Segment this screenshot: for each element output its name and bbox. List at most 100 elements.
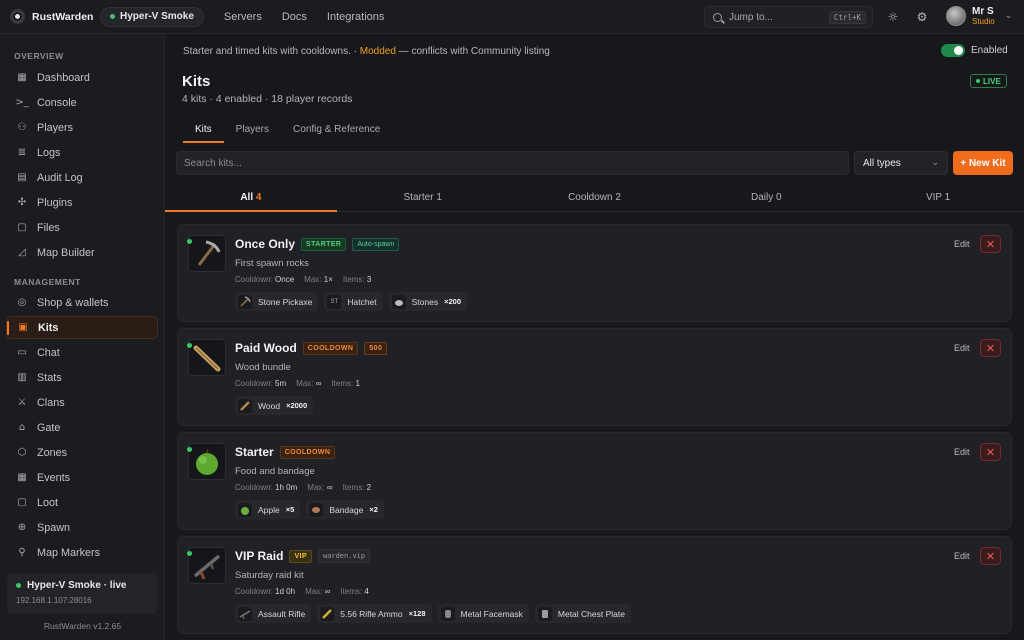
kit-description: Saturday raid kit xyxy=(235,570,304,581)
sidebar-item-console[interactable]: >_ Console xyxy=(6,91,158,114)
kit-badge: warden.vip xyxy=(317,549,371,563)
server-status-box[interactable]: Hyper-V Smoke · live 192.168.1.107:28016 xyxy=(7,573,158,614)
sidebar-item-dashboard[interactable]: ▦ Dashboard xyxy=(6,66,158,89)
sidebar-item-kits[interactable]: ▣ Kits xyxy=(6,316,158,339)
sidebar-item-gate[interactable]: ⌂ Gate xyxy=(6,416,158,439)
search-icon xyxy=(713,12,722,22)
filter-count: 1 xyxy=(944,192,951,203)
rifle-icon xyxy=(238,606,252,621)
kit-max: ∞ xyxy=(326,483,333,492)
avatar xyxy=(946,6,966,26)
kit-search-placeholder: Search kits... xyxy=(184,157,242,169)
kit-item: Apple ×5 xyxy=(235,500,301,519)
kit-item-name: Assault Rifle xyxy=(258,608,306,619)
sidebar-item-label: Audit Log xyxy=(37,171,83,184)
kit-card: Once Only STARTER Auto-spawn First spawn ro… xyxy=(177,224,1012,322)
toggle-switch[interactable] xyxy=(941,44,965,57)
kit-card: VIP Raid VIP warden.vip Saturday raid kit Co… xyxy=(177,536,1012,634)
sidebar-item-players[interactable]: ⚇ Players xyxy=(6,116,158,139)
kit-name: VIP Raid xyxy=(235,549,284,563)
sidebar-item-audit-log[interactable]: ▤ Audit Log xyxy=(6,166,158,189)
delete-button[interactable]: ✕ xyxy=(980,339,1001,357)
sidebar-item-chat[interactable]: ▭ Chat xyxy=(6,341,158,364)
tab-kits[interactable]: Kits xyxy=(183,118,224,143)
delete-button[interactable]: ✕ xyxy=(980,443,1001,461)
edit-button[interactable]: Edit xyxy=(954,447,970,457)
meta-items-label: Items: xyxy=(342,483,365,492)
top-nav: Servers Docs Integrations xyxy=(224,11,384,23)
new-kit-button[interactable]: + New Kit xyxy=(953,151,1013,175)
kit-item-qty: ×5 xyxy=(285,505,295,514)
kit-search-input[interactable]: Search kits... xyxy=(176,151,849,175)
nav-integrations[interactable]: Integrations xyxy=(327,11,384,23)
sidebar-item-map-builder[interactable]: ◿ Map Builder xyxy=(6,241,158,264)
kit-item: Wood ×2000 xyxy=(235,396,314,415)
edit-button[interactable]: Edit xyxy=(954,343,970,353)
live-dot-icon xyxy=(976,79,980,83)
filter-tab-cooldown[interactable]: Cooldown 2 xyxy=(509,186,681,211)
filter-tab-starter[interactable]: Starter 1 xyxy=(337,186,509,211)
kit-badge: VIP xyxy=(289,549,312,563)
zone-icon: ⬡ xyxy=(17,447,27,458)
tab-players[interactable]: Players xyxy=(224,118,281,143)
sidebar-item-spawn[interactable]: ⊕ Spawn xyxy=(6,516,158,539)
user-menu[interactable]: Mr S Studio ⌄ xyxy=(946,6,1012,26)
sidebar-item-logs[interactable]: ≣ Logs xyxy=(6,141,158,164)
tab-config[interactable]: Config & Reference xyxy=(281,118,392,143)
kit-item: 5.56 Rifle Ammo ×128 xyxy=(317,604,432,623)
kit-card: Paid Wood COOLDOWN 500 Wood bundle Cooldown:… xyxy=(177,328,1012,426)
live-text: LIVE xyxy=(983,76,1001,86)
sidebar-item-loot[interactable]: ▢ Loot xyxy=(6,491,158,514)
delete-button[interactable]: ✕ xyxy=(980,235,1001,253)
sidebar-item-files[interactable]: ▢ Files xyxy=(6,216,158,239)
sidebar-item-map-markers[interactable]: ⚲ Map Markers xyxy=(6,541,158,564)
filter-tab-vip[interactable]: VIP 1 xyxy=(852,186,1024,211)
sidebar-item-clans[interactable]: ⚔ Clans xyxy=(6,391,158,414)
edit-button[interactable]: Edit xyxy=(954,551,970,561)
kit-max: ∞ xyxy=(324,587,331,596)
jump-search-input[interactable]: Jump to... Ctrl+K xyxy=(704,6,873,28)
delete-button[interactable]: ✕ xyxy=(980,547,1001,565)
sidebar-item-zones[interactable]: ⬡ Zones xyxy=(6,441,158,464)
kit-item-name: Wood xyxy=(258,400,281,411)
edit-button[interactable]: Edit xyxy=(954,239,970,249)
kit-max: ∞ xyxy=(315,379,322,388)
kit-icon: ▣ xyxy=(18,322,28,333)
enabled-toggle[interactable]: Enabled xyxy=(941,44,1008,57)
kit-items-count: 1 xyxy=(355,379,360,388)
nav-docs[interactable]: Docs xyxy=(282,11,307,23)
filter-count: 1 xyxy=(436,192,442,203)
kit-item: Stones ×200 xyxy=(388,292,468,311)
nav-servers[interactable]: Servers xyxy=(224,11,262,23)
close-icon: ✕ xyxy=(985,549,996,563)
kit-item-name: 5.56 Rifle Ammo xyxy=(340,608,403,619)
status-dot-icon xyxy=(110,14,115,19)
meta-items-label: Items: xyxy=(342,275,365,284)
type-select[interactable]: All types ⌄ xyxy=(854,151,948,175)
sidebar-item-plugins[interactable]: ✣ Plugins xyxy=(6,191,158,214)
terminal-icon: >_ xyxy=(15,97,29,108)
clan-icon: ⚔ xyxy=(17,397,27,408)
filter-tab-daily[interactable]: Daily 0 xyxy=(680,186,852,211)
filter-tab-all[interactable]: All 4 xyxy=(165,186,337,212)
server-selector[interactable]: Hyper-V Smoke xyxy=(100,6,204,27)
ammo-icon xyxy=(320,606,335,621)
sidebar-item-stats[interactable]: ▥ Stats xyxy=(6,366,158,389)
chevron-down-icon: ⌄ xyxy=(1004,11,1013,21)
meta-max-label: Max: xyxy=(305,587,323,596)
enabled-dot-icon xyxy=(187,551,192,556)
kit-card: Starter COOLDOWN Food and bandage Cooldown:… xyxy=(177,432,1012,530)
brand[interactable]: RustWarden xyxy=(0,9,98,24)
sun-icon[interactable]: ☼ xyxy=(885,9,901,25)
sidebar-item-shop-wallets[interactable]: ◎ Shop & wallets xyxy=(6,291,158,314)
gear-icon[interactable]: ⚙ xyxy=(914,9,930,25)
sidebar-item-label: Logs xyxy=(37,146,61,159)
sidebar-item-events[interactable]: ▦ Events xyxy=(6,466,158,489)
kit-meta: Cooldown: 5m Max: ∞ Items: 1 xyxy=(235,379,360,388)
kit-name: Once Only xyxy=(235,237,296,251)
filter-count: 0 xyxy=(776,192,782,203)
filter-count: 4 xyxy=(255,192,262,203)
desc-suffix: — conflicts with Community listing xyxy=(395,46,550,57)
kit-cooldown: 5m xyxy=(275,379,287,388)
kit-image xyxy=(188,443,226,480)
